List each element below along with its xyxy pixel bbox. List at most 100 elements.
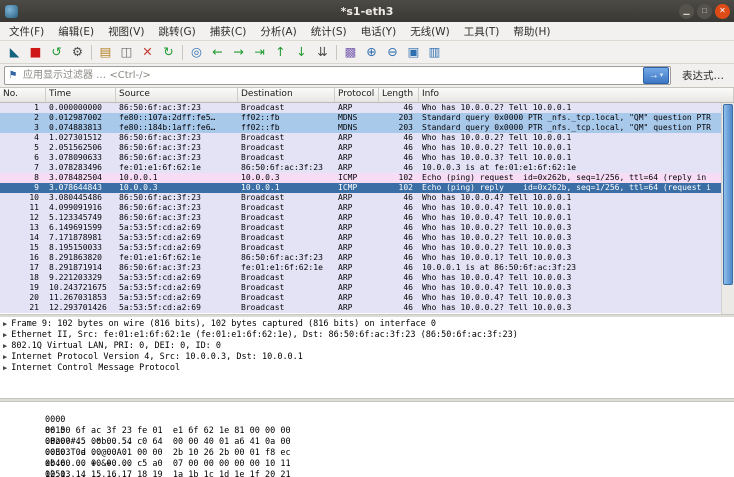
packet-row[interactable]: 6 3.078090633 86:50:6f:ac:3f:23 Broadcas… [0,153,721,163]
packet-list-scrollbar[interactable] [721,103,734,314]
cell-protocol: ARP [338,253,353,262]
packet-row[interactable]: 20 11.267031853 5a:53:5f:cd:a2:69 Broadc… [0,293,721,303]
cell-time: 6.149691599 [49,223,102,232]
expander-icon[interactable]: ▶ [3,353,7,361]
menu-view[interactable]: 视图(V) [101,22,151,40]
go-forward-icon[interactable]: → [228,42,249,62]
cell-info: Who has 10.0.0.2? Tell 10.0.0.3 [422,243,572,252]
packet-row[interactable]: 7 3.078283496 fe:01:e1:6f:62:1e 86:50:6f… [0,163,721,173]
colorize-icon[interactable]: ▩ [340,42,361,62]
cell-destination: 10.0.0.3 [241,173,280,182]
scrollbar-thumb[interactable] [723,104,733,286]
menu-file[interactable]: 文件(F) [2,22,51,40]
resize-columns-icon[interactable]: ▥ [424,42,445,62]
packet-row[interactable]: 10 3.080445486 86:50:6f:ac:3f:23 Broadca… [0,193,721,203]
cell-info: Who has 10.0.0.4? Tell 10.0.0.1 [422,203,572,212]
packet-row[interactable]: 5 2.051562506 86:50:6f:ac:3f:23 Broadcas… [0,143,721,153]
auto-scroll-icon[interactable]: ⇊ [312,42,333,62]
zoom-out-icon[interactable]: ⊖ [382,42,403,62]
cell-source: 5a:53:5f:cd:a2:69 [119,233,201,242]
expander-icon[interactable]: ▶ [3,364,7,372]
start-capture-icon[interactable]: ◣ [4,42,25,62]
detail-line[interactable]: ▶ Frame 9: 102 bytes on wire (816 bits), … [3,319,734,330]
packet-row[interactable]: 13 6.149691599 5a:53:5f:cd:a2:69 Broadca… [0,223,721,233]
packet-row[interactable]: 19 10.243721675 5a:53:5f:cd:a2:69 Broadc… [0,283,721,293]
window-controls: ▁ □ ✕ [679,3,730,19]
reload-file-icon[interactable]: ↻ [158,42,179,62]
stop-capture-icon[interactable]: ■ [25,42,46,62]
packet-row[interactable]: 15 8.195150033 5a:53:5f:cd:a2:69 Broadca… [0,243,721,253]
expander-icon[interactable]: ▶ [3,342,7,350]
restart-capture-icon[interactable]: ↺ [46,42,67,62]
capture-options-icon[interactable]: ⚙ [67,42,88,62]
go-last-packet-icon[interactable]: ↓ [291,42,312,62]
packet-row[interactable]: 21 12.293701426 5a:53:5f:cd:a2:69 Broadc… [0,303,721,313]
menu-telephony[interactable]: 电话(Y) [354,22,404,40]
filter-bookmark-icon[interactable]: ⚑ [5,70,21,81]
find-packet-icon[interactable]: ◎ [186,42,207,62]
packet-row[interactable]: 9 3.078644843 10.0.0.3 10.0.0.1 ICMP 102… [0,183,721,193]
apply-arrow-icon: → [648,70,659,81]
display-filter-input[interactable] [21,67,643,84]
packet-row[interactable]: 8 3.078482504 10.0.0.1 10.0.0.3 ICMP 102… [0,173,721,183]
packet-row[interactable]: 3 0.074883813 fe80::184b:1aff:fe6… ff02:… [0,123,721,133]
hex-row[interactable]: 0000 86 50 6f ac 3f 23 fe 01 e1 6f 62 1e… [4,404,734,447]
detail-line[interactable]: ▶ Internet Protocol Version 4, Src: 10.0.… [3,352,734,363]
expander-icon[interactable]: ▶ [3,320,7,328]
menu-statistics[interactable]: 统计(S) [304,22,354,40]
minimize-button[interactable]: ▁ [679,3,694,19]
hex-row[interactable]: 0010 08 00 45 00 00 54 c0 64 00 00 40 01… [4,415,734,458]
cell-time: 3.078090633 [49,153,102,162]
packet-row[interactable]: 14 7.171878981 5a:53:5f:cd:a2:69 Broadca… [0,233,721,243]
col-source[interactable]: Source [116,88,238,102]
cell-length: 46 [403,203,413,212]
packet-row[interactable]: 12 5.123345749 86:50:6f:ac:3f:23 Broadca… [0,213,721,223]
detail-text: Frame 9: 102 bytes on wire (816 bits), 1… [11,319,436,329]
cell-info: Who has 10.0.0.2? Tell 10.0.0.1 [422,133,572,142]
close-button[interactable]: ✕ [715,3,730,19]
packet-row[interactable]: 1 0.000000000 86:50:6f:ac:3f:23 Broadcas… [0,103,721,113]
cell-length: 46 [403,263,413,272]
go-back-icon[interactable]: ← [207,42,228,62]
detail-text: Ethernet II, Src: fe:01:e1:6f:62:1e (fe:… [11,330,518,340]
maximize-button[interactable]: □ [697,3,712,19]
packet-row[interactable]: 16 8.291863820 fe:01:e1:6f:62:1e 86:50:6… [0,253,721,263]
cell-info: Who has 10.0.0.2? Tell 10.0.0.1 [422,143,572,152]
packet-row[interactable]: 17 8.291871914 86:50:6f:ac:3f:23 fe:01:e… [0,263,721,273]
menu-tools[interactable]: 工具(T) [457,22,507,40]
go-to-packet-icon[interactable]: ⇥ [249,42,270,62]
packet-row[interactable]: 11 4.099091916 86:50:6f:ac:3f:23 Broadca… [0,203,721,213]
packet-row[interactable]: 4 1.027301512 86:50:6f:ac:3f:23 Broadcas… [0,133,721,143]
save-file-icon[interactable]: ◫ [116,42,137,62]
detail-line[interactable]: ▶ Ethernet II, Src: fe:01:e1:6f:62:1e (fe… [3,330,734,341]
menu-edit[interactable]: 编辑(E) [51,22,101,40]
cell-source: 86:50:6f:ac:3f:23 [119,133,201,142]
col-destination[interactable]: Destination [238,88,335,102]
col-protocol[interactable]: Protocol [335,88,379,102]
cell-no: 16 [29,253,39,262]
col-length[interactable]: Length [379,88,419,102]
apply-filter-button[interactable]: → ▾ [643,67,669,84]
expander-icon[interactable]: ▶ [3,331,7,339]
menu-analyze[interactable]: 分析(A) [253,22,303,40]
packet-row[interactable]: 18 9.221203329 5a:53:5f:cd:a2:69 Broadca… [0,273,721,283]
menu-capture[interactable]: 捕获(C) [203,22,254,40]
expression-button[interactable]: 表达式… [676,66,730,86]
col-info[interactable]: Info [419,88,734,102]
cell-length: 46 [403,213,413,222]
open-file-icon[interactable]: ▤ [95,42,116,62]
menu-help[interactable]: 帮助(H) [506,22,557,40]
detail-line[interactable]: ▶ Internet Control Message Protocol [3,363,734,374]
menu-wireless[interactable]: 无线(W) [403,22,457,40]
col-no[interactable]: No. [0,88,46,102]
hex-offset: 0030 [44,448,66,458]
col-time[interactable]: Time [46,88,116,102]
cell-protocol: ARP [338,283,353,292]
zoom-original-icon[interactable]: ▣ [403,42,424,62]
packet-row[interactable]: 2 0.012987002 fe80::107a:2dff:fe5… ff02:… [0,113,721,123]
zoom-in-icon[interactable]: ⊕ [361,42,382,62]
close-file-icon[interactable]: ✕ [137,42,158,62]
detail-line[interactable]: ▶ 802.1Q Virtual LAN, PRI: 0, DEI: 0, ID:… [3,341,734,352]
go-first-packet-icon[interactable]: ↑ [270,42,291,62]
menu-go[interactable]: 跳转(G) [151,22,202,40]
